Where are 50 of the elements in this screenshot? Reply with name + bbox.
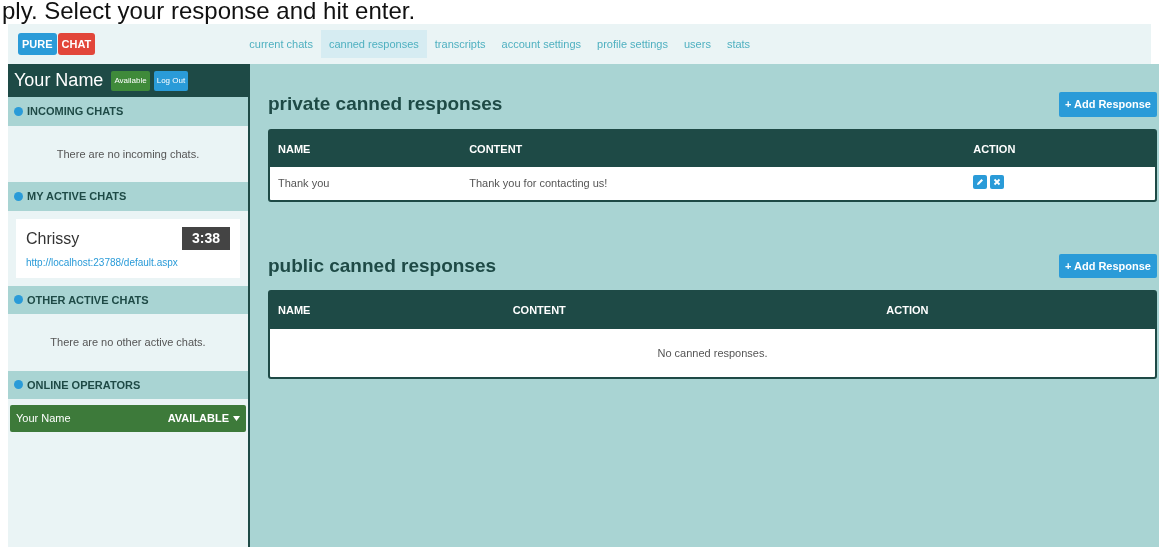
nav-tab[interactable]: account settings: [493, 29, 590, 59]
status-button[interactable]: Available: [111, 70, 150, 91]
nav-tab[interactable]: users: [676, 29, 719, 59]
add-response-button[interactable]: + Add Response: [1058, 253, 1157, 278]
user-name: Your Name: [14, 69, 104, 92]
section-header[interactable]: OTHER ACTIVE CHATS: [8, 285, 248, 314]
chat-timer: 3:38: [181, 227, 230, 250]
section-title: ONLINE OPERATORS: [27, 377, 141, 393]
nav-tab[interactable]: transcripts: [426, 29, 494, 59]
collapse-icon[interactable]: [14, 380, 23, 390]
collapse-icon[interactable]: [14, 191, 23, 201]
section-title: MY ACTIVE CHATS: [27, 189, 127, 204]
table-cell-text: Thank you for contacting us!: [469, 176, 609, 191]
column-header: CONTENT: [512, 303, 567, 318]
column-header: CONTENT: [469, 141, 524, 157]
column-header: ACTION: [886, 303, 930, 318]
empty-message: No canned responses.: [657, 346, 768, 359]
section-header[interactable]: MY ACTIVE CHATS: [8, 182, 248, 211]
column-header: NAME: [278, 141, 312, 157]
operator-name: Your Name: [16, 411, 71, 426]
caret-icon[interactable]: [233, 415, 240, 421]
collapse-icon[interactable]: [14, 106, 23, 116]
section-header[interactable]: INCOMING CHATS: [8, 97, 248, 126]
page-url: http://localhost:23788/default.aspx: [26, 255, 179, 270]
panel-title: private canned responses: [268, 92, 503, 116]
section-title: OTHER ACTIVE CHATS: [27, 292, 149, 308]
add-response-button[interactable]: + Add Response: [1058, 92, 1157, 117]
section-title: INCOMING CHATS: [27, 104, 124, 119]
operator-row[interactable]: Your Name AVAILABLE: [10, 405, 246, 432]
section-header[interactable]: ONLINE OPERATORS: [8, 370, 248, 399]
nav-tab[interactable]: stats: [718, 29, 759, 59]
column-header: ACTION: [973, 141, 1017, 157]
delete-icon[interactable]: [990, 175, 1005, 189]
chat-card[interactable]: Chrissy 3:38 http://localhost:23788/default.aspx: [16, 218, 240, 278]
logout-button[interactable]: Log Out: [153, 70, 189, 91]
visitor-name: Chrissy: [26, 228, 80, 249]
logo-text: CHAT: [57, 32, 96, 56]
nav-tab[interactable]: profile settings: [589, 29, 676, 59]
table-cell-text: Thank you: [278, 176, 331, 191]
empty-message: There are no incoming chats.: [55, 146, 201, 162]
caption-text: ply. Select your response and hit enter.: [1, 0, 417, 24]
panel-title: public canned responses: [268, 253, 497, 278]
empty-message: There are no other active chats.: [49, 335, 207, 350]
nav-tab[interactable]: canned responses: [320, 29, 427, 59]
edit-icon[interactable]: [973, 175, 988, 189]
operator-status: AVAILABLE: [167, 411, 229, 426]
logo-text: PURE: [18, 32, 57, 56]
nav-tab[interactable]: current chats: [241, 29, 321, 59]
collapse-icon[interactable]: [14, 295, 23, 305]
column-header: NAME: [278, 303, 312, 318]
